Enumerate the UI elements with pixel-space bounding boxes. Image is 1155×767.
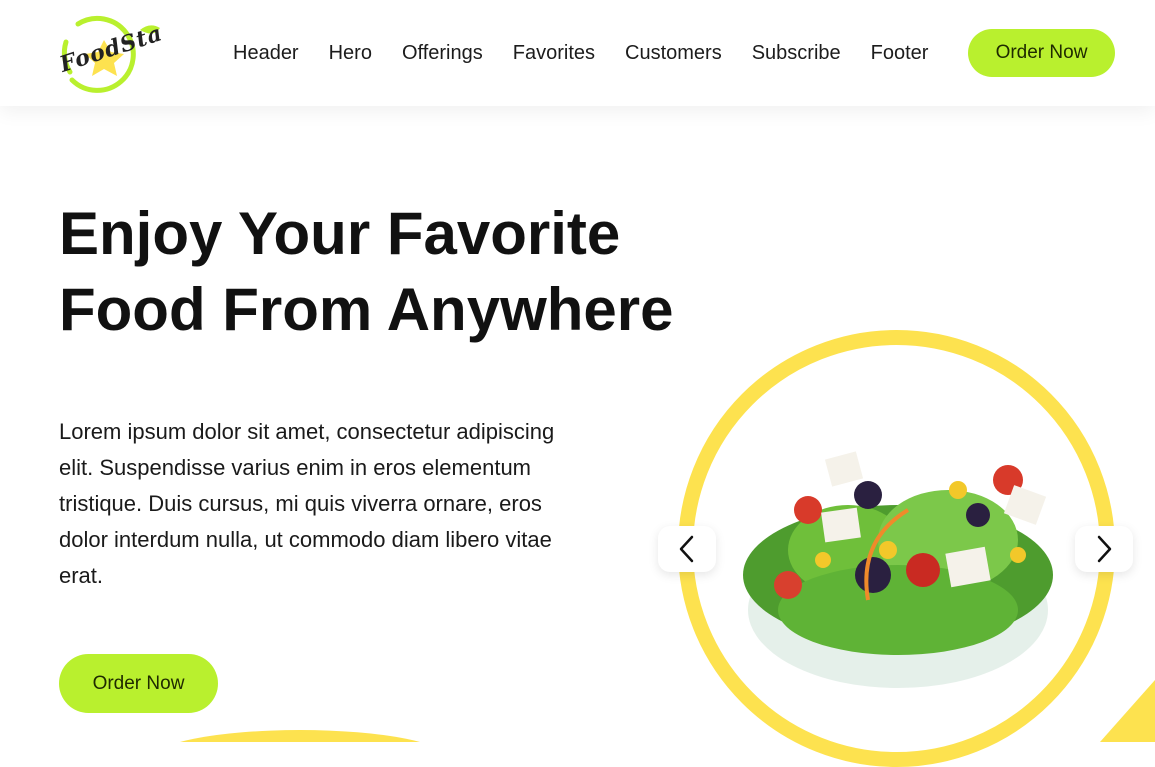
header-order-now-button[interactable]: Order Now bbox=[968, 29, 1115, 77]
hero-title: Enjoy Your Favorite Food From Anywhere bbox=[59, 196, 699, 348]
nav-link-favorites[interactable]: Favorites bbox=[513, 42, 595, 65]
site-header: FoodSta Header Hero Offerings Favorites … bbox=[0, 0, 1155, 106]
nav-link-footer[interactable]: Footer bbox=[871, 42, 929, 65]
chevron-left-icon bbox=[679, 535, 694, 563]
nav-link-offerings[interactable]: Offerings bbox=[402, 42, 483, 65]
nav-link-subscribe[interactable]: Subscribe bbox=[752, 42, 841, 65]
nav-link-hero[interactable]: Hero bbox=[329, 42, 372, 65]
hero-title-line2: Food From Anywhere bbox=[59, 276, 674, 343]
logo[interactable]: FoodSta bbox=[56, 12, 166, 94]
salad-bowl-image bbox=[743, 451, 1053, 688]
nav-link-header[interactable]: Header bbox=[233, 42, 299, 65]
carousel-prev-button[interactable] bbox=[658, 526, 716, 572]
nav-link-customers[interactable]: Customers bbox=[625, 42, 722, 65]
carousel-next-button[interactable] bbox=[1075, 526, 1133, 572]
hero-order-now-button[interactable]: Order Now bbox=[59, 654, 218, 713]
main-nav: Header Hero Offerings Favorites Customer… bbox=[218, 0, 943, 106]
hero-title-line1: Enjoy Your Favorite bbox=[59, 200, 621, 267]
hero-description: Lorem ipsum dolor sit amet, consectetur … bbox=[59, 419, 555, 588]
chevron-right-icon bbox=[1097, 535, 1112, 563]
